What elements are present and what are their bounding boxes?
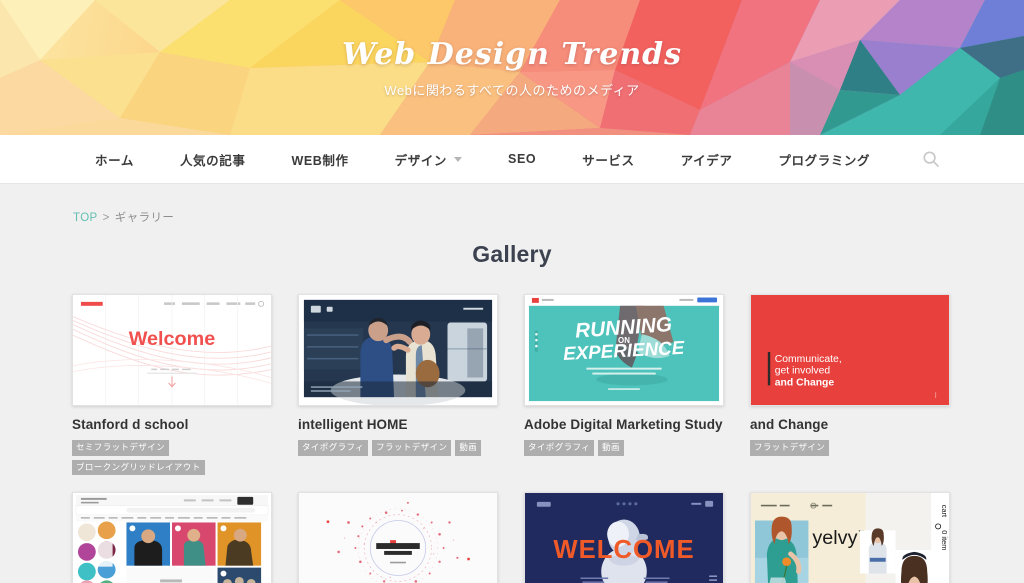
site-tagline: Webに関わるすべての人のためのメディア (384, 83, 640, 98)
tag[interactable]: フラットデザイン (750, 440, 830, 456)
nav-item-label: アイデア (680, 153, 733, 168)
nav-item-home[interactable]: ホーム (72, 150, 157, 169)
thumbnail-welcome-navy: WELCOME (525, 493, 723, 583)
nav-item-idea[interactable]: アイデア (658, 150, 756, 169)
nav-list: ホーム 人気の記事 WEB制作 デザイン SEO サービス アイデア プログラミ… (72, 150, 893, 169)
nav-item-label: 人気の記事 (179, 153, 246, 168)
gallery-card[interactable]: Communicate, get involved and Change and… (750, 294, 950, 475)
gallery-thumbnail[interactable] (72, 492, 272, 583)
breadcrumb-current: ギャラリー (114, 212, 175, 224)
nav-item-webseisaku[interactable]: WEB制作 (268, 150, 371, 169)
main-content: TOP > ギャラリー Gallery Welcome Stanford d s… (0, 184, 1024, 583)
nav-item-label: SEO (508, 152, 537, 166)
gallery-card-tags: フラットデザイン (750, 440, 950, 456)
gallery-card-tags: タイポグラフィ フラットデザイン 動画 (298, 440, 498, 456)
thumbnail-red-statement: Communicate, get involved and Change (751, 295, 949, 405)
svg-text:0 item: 0 item (940, 531, 949, 551)
gallery-card[interactable]: intelligent HOME タイポグラフィ フラットデザイン 動画 (298, 294, 498, 475)
nav-item-programming[interactable]: プログラミング (755, 150, 893, 169)
search-button[interactable] (918, 146, 944, 172)
thumbnail-particle-ring (299, 493, 497, 583)
statement-line-3: and Change (775, 377, 835, 388)
breadcrumb-top[interactable]: TOP (73, 212, 98, 224)
nav-item-label: ホーム (95, 153, 134, 168)
thumbnail-running-teal: RUNNING EXPERIENCE ON (525, 295, 723, 405)
tag[interactable]: セミフラットデザイン (72, 440, 170, 456)
chevron-down-icon (454, 156, 463, 162)
gallery-card[interactable]: yelvy ™ lookbook fw17 (750, 492, 950, 583)
tag[interactable]: タイポグラフィ (524, 440, 595, 456)
gallery-thumbnail[interactable]: Welcome (72, 294, 272, 406)
gallery-card-tags: タイポグラフィ 動画 (524, 440, 724, 456)
nav-item-service[interactable]: サービス (559, 150, 657, 169)
tag[interactable]: ブロークングリッドレイアウト (72, 459, 205, 476)
nav-item-design[interactable]: デザイン (372, 150, 485, 169)
main-navigation: ホーム 人気の記事 WEB制作 デザイン SEO サービス アイデア プログラミ… (0, 135, 1024, 184)
gallery-card[interactable]: Welcome Stanford d school セミフラットデザイン ブロー… (72, 294, 272, 476)
gallery-card-tags: セミフラットデザイン ブロークングリッドレイアウト (72, 440, 272, 476)
tag[interactable]: 動画 (455, 440, 482, 456)
gallery-thumbnail[interactable]: yelvy ™ lookbook fw17 (750, 492, 950, 583)
svg-text:ON: ON (618, 336, 630, 345)
breadcrumb-separator: > (102, 212, 110, 224)
nav-item-label: サービス (582, 153, 635, 168)
nav-item-seo[interactable]: SEO (485, 152, 559, 166)
site-hero: Web Design Trends Webに関わるすべての人のためのメディア (0, 0, 1024, 135)
page-title: Gallery (472, 241, 552, 267)
tag[interactable]: 動画 (598, 440, 624, 456)
gallery-grid: Welcome Stanford d school セミフラットデザイン ブロー… (72, 294, 952, 583)
tag[interactable]: タイポグラフィ (298, 440, 369, 456)
svg-text:WELCOME: WELCOME (553, 536, 694, 564)
gallery-card-title: Stanford d school (72, 417, 189, 432)
gallery-card[interactable] (298, 492, 498, 583)
gallery-thumbnail[interactable]: WELCOME (524, 492, 724, 583)
svg-text:yelvy: yelvy (812, 527, 857, 549)
hero-text-block: Web Design Trends Webに関わるすべての人のためのメディア (0, 38, 1024, 99)
nav-item-label: プログラミング (778, 153, 871, 168)
gallery-card[interactable]: WELCOME (524, 492, 724, 583)
tag[interactable]: フラットデザイン (372, 440, 452, 456)
nav-item-label: デザイン (394, 153, 448, 168)
thumbnail-photo-grid (73, 493, 271, 583)
gallery-card-title: Adobe Digital Marketing Study (524, 417, 723, 432)
gallery-thumbnail[interactable] (298, 294, 498, 406)
svg-text:Welcome: Welcome (129, 328, 216, 350)
svg-text:cart: cart (940, 505, 949, 517)
thumbnail-photo-kitchen (299, 295, 497, 405)
gallery-card[interactable] (72, 492, 272, 583)
breadcrumb: TOP > ギャラリー (73, 209, 1024, 225)
statement-line-2: get involved (775, 366, 831, 377)
gallery-thumbnail[interactable]: RUNNING EXPERIENCE ON (524, 294, 724, 406)
gallery-card-title: intelligent HOME (298, 417, 408, 432)
statement-line-1: Communicate, (775, 354, 842, 365)
site-title: Web Design Trends (341, 37, 683, 72)
gallery-card-title: and Change (750, 417, 829, 432)
thumbnail-yelvy-lookbook: yelvy ™ lookbook fw17 (751, 493, 949, 583)
gallery-thumbnail[interactable] (298, 492, 498, 583)
gallery-thumbnail[interactable]: Communicate, get involved and Change (750, 294, 950, 406)
gallery-card[interactable]: RUNNING EXPERIENCE ON Adobe Digital Mark… (524, 294, 724, 475)
search-icon (923, 151, 939, 167)
thumbnail-welcome-white: Welcome (73, 295, 271, 405)
nav-item-label: WEB制作 (291, 153, 349, 168)
nav-item-popular[interactable]: 人気の記事 (157, 150, 269, 169)
